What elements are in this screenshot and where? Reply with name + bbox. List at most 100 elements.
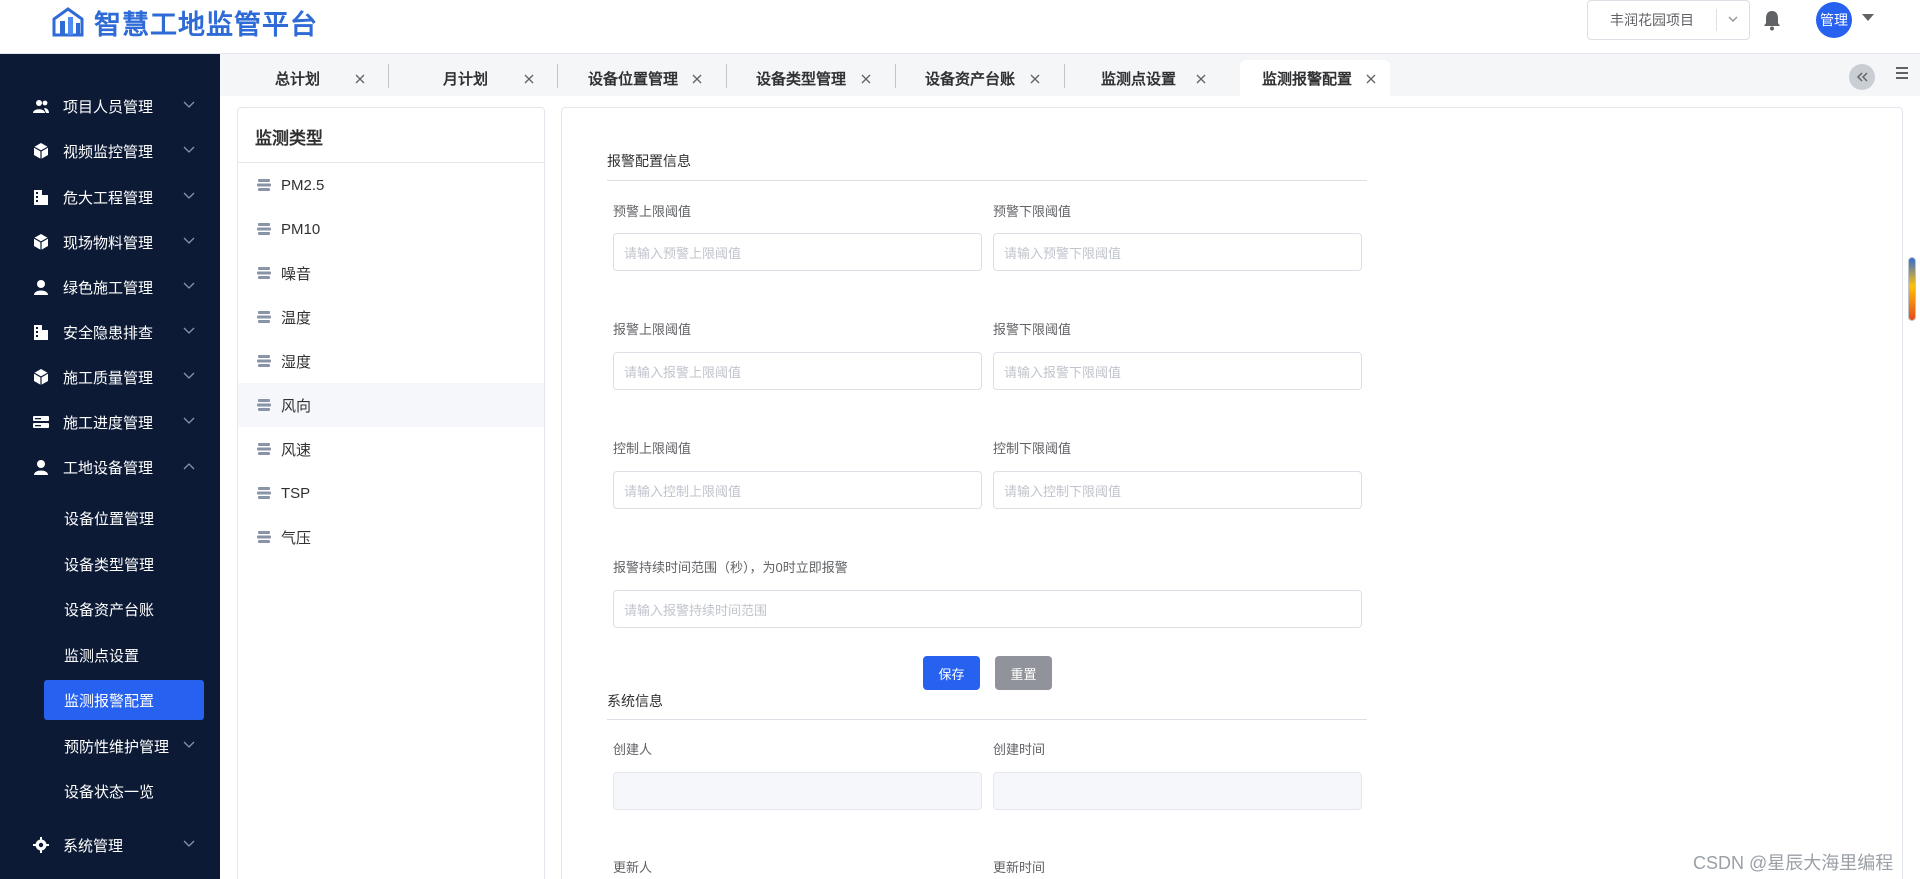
chevron-down-icon: [183, 741, 195, 748]
sidebar-subitem-device-type[interactable]: 设备类型管理: [44, 544, 204, 584]
tab-monthly-plan[interactable]: 月计划: [389, 60, 557, 96]
close-icon[interactable]: [523, 73, 535, 85]
warn-lower-input[interactable]: 请输入预警下限阈值: [993, 233, 1362, 271]
list-item[interactable]: PM10: [238, 207, 544, 251]
cube-icon: [33, 369, 49, 385]
sidebar-item-progress[interactable]: 施工进度管理: [0, 400, 220, 444]
server-icon: [33, 416, 49, 428]
close-icon[interactable]: [691, 73, 703, 85]
tab-asset-ledger[interactable]: 设备资产台账: [896, 60, 1064, 96]
control-upper-input[interactable]: 请输入控制上限阈值: [613, 471, 982, 509]
list-item-label: PM2.5: [281, 176, 325, 194]
alarm-upper-input[interactable]: 请输入报警上限阈值: [613, 352, 982, 390]
control-lower-label: 控制下限阈值: [993, 441, 1072, 456]
sidebar: 项目人员管理 视频监控管理 危大工程管理 现场物料管理 绿色施工管理 安全隐患排…: [0, 54, 220, 879]
save-button[interactable]: 保存: [923, 656, 980, 690]
sidebar-subitem-alarm-config[interactable]: 监测报警配置: [44, 680, 204, 720]
chevron-up-icon: [183, 463, 195, 470]
tab-monitor-point[interactable]: 监测点设置: [1065, 60, 1233, 96]
list-item[interactable]: 温度: [238, 295, 544, 339]
tab-device-type[interactable]: 设备类型管理: [727, 60, 895, 96]
list-item[interactable]: TSP: [238, 471, 544, 515]
close-icon[interactable]: [860, 73, 872, 85]
monitor-type-panel: 监测类型 PM2.5 PM10 噪音 温度 湿度 风向 风速 TSP 气压: [237, 107, 545, 879]
monitor-type-title: 监测类型: [255, 129, 323, 148]
control-upper-label: 控制上限阈值: [613, 441, 692, 456]
sidebar-item-label: 危大工程管理: [63, 189, 154, 207]
scrollbar-thumb[interactable]: [1908, 257, 1916, 321]
chevron-down-icon: [1728, 16, 1738, 22]
alarm-config-form: 报警配置信息 预警上限阈值 预警下限阈值 请输入预警上限阈值 请输入预警下限阈值…: [561, 107, 1903, 879]
sidebar-item-quality[interactable]: 施工质量管理: [0, 355, 220, 399]
sidebar-item-system[interactable]: 系统管理: [0, 823, 220, 867]
close-icon[interactable]: [354, 73, 366, 85]
sidebar-subitem-device-status[interactable]: 设备状态一览: [44, 771, 204, 811]
list-item[interactable]: 气压: [238, 515, 544, 559]
tab-total-plan[interactable]: 总计划: [220, 60, 388, 96]
list-item-label: 湿度: [281, 353, 312, 371]
sidebar-item-hazard-project[interactable]: 危大工程管理: [0, 175, 220, 219]
sidebar-item-site-equipment[interactable]: 工地设备管理: [0, 445, 220, 489]
cube-icon: [33, 234, 49, 250]
chevron-down-icon: [183, 327, 195, 334]
stack-icon: [257, 487, 271, 499]
project-select-value: 丰润花园项目: [1610, 12, 1694, 28]
users-icon: [33, 100, 49, 113]
alarm-lower-input[interactable]: 请输入报警下限阈值: [993, 352, 1362, 390]
section-title-system: 系统信息: [607, 693, 663, 709]
chevron-down-icon: [183, 101, 195, 108]
logo-icon: [52, 7, 84, 37]
creator-label: 创建人: [613, 742, 653, 757]
sidebar-subitem-preventive-maintenance[interactable]: 预防性维护管理: [0, 724, 220, 768]
caret-down-icon[interactable]: [1862, 14, 1874, 21]
sidebar-item-materials[interactable]: 现场物料管理: [0, 220, 220, 264]
tab-label: 监测点设置: [1101, 70, 1177, 88]
app-logo[interactable]: 智慧工地监管平台: [50, 4, 318, 40]
top-header: 智慧工地监管平台 丰润花园项目 管理: [0, 0, 1920, 54]
watermark: CSDN @星辰大海里编程: [1693, 853, 1894, 873]
warn-upper-label: 预警上限阈值: [613, 204, 692, 219]
sidebar-item-label: 施工质量管理: [63, 369, 154, 387]
list-item[interactable]: 风速: [238, 427, 544, 471]
bell-icon[interactable]: [1762, 9, 1782, 31]
list-item-label: 气压: [281, 529, 312, 547]
sidebar-item-label: 绿色施工管理: [63, 279, 154, 297]
sidebar-item-green-construction[interactable]: 绿色施工管理: [0, 265, 220, 309]
sidebar-item-label: 视频监控管理: [63, 143, 154, 161]
alarm-lower-label: 报警下限阈值: [993, 322, 1072, 337]
building-icon: [34, 190, 48, 205]
create-time-label: 创建时间: [993, 742, 1046, 757]
project-select[interactable]: 丰润花园项目: [1587, 0, 1750, 40]
sidebar-item-video[interactable]: 视频监控管理: [0, 129, 220, 173]
sidebar-item-safety-check[interactable]: 安全隐患排查: [0, 310, 220, 354]
sidebar-item-label: 现场物料管理: [63, 234, 154, 252]
chevron-down-icon: [183, 146, 195, 153]
tab-alarm-config[interactable]: 监测报警配置: [1240, 60, 1390, 96]
tab-label: 月计划: [443, 70, 489, 88]
list-item[interactable]: PM2.5: [238, 163, 544, 207]
user-icon: [34, 460, 48, 475]
sidebar-item-project-staff[interactable]: 项目人员管理: [0, 84, 220, 128]
list-item[interactable]: 湿度: [238, 339, 544, 383]
tab-label: 总计划: [275, 70, 321, 88]
sidebar-subitem-monitor-point[interactable]: 监测点设置: [44, 635, 204, 675]
update-time-label: 更新时间: [993, 860, 1046, 875]
menu-icon[interactable]: [1895, 66, 1909, 80]
collapse-tabs-button[interactable]: [1849, 64, 1875, 90]
tab-device-location[interactable]: 设备位置管理: [558, 60, 726, 96]
warn-upper-input[interactable]: 请输入预警上限阈值: [613, 233, 982, 271]
sidebar-subitem-asset-ledger[interactable]: 设备资产台账: [44, 589, 204, 629]
user-avatar[interactable]: 管理: [1816, 2, 1852, 38]
list-item[interactable]: 噪音: [238, 251, 544, 295]
create-time-field: [993, 772, 1362, 810]
reset-button[interactable]: 重置: [995, 656, 1052, 690]
duration-input[interactable]: 请输入报警持续时间范围: [613, 590, 1362, 628]
close-icon[interactable]: [1195, 73, 1207, 85]
user-icon: [34, 280, 48, 295]
sidebar-subitem-device-location[interactable]: 设备位置管理: [44, 498, 204, 538]
control-lower-input[interactable]: 请输入控制下限阈值: [993, 471, 1362, 509]
close-icon[interactable]: [1365, 73, 1377, 85]
chevron-down-icon: [183, 840, 195, 847]
close-icon[interactable]: [1029, 73, 1041, 85]
list-item[interactable]: 风向: [238, 383, 544, 427]
